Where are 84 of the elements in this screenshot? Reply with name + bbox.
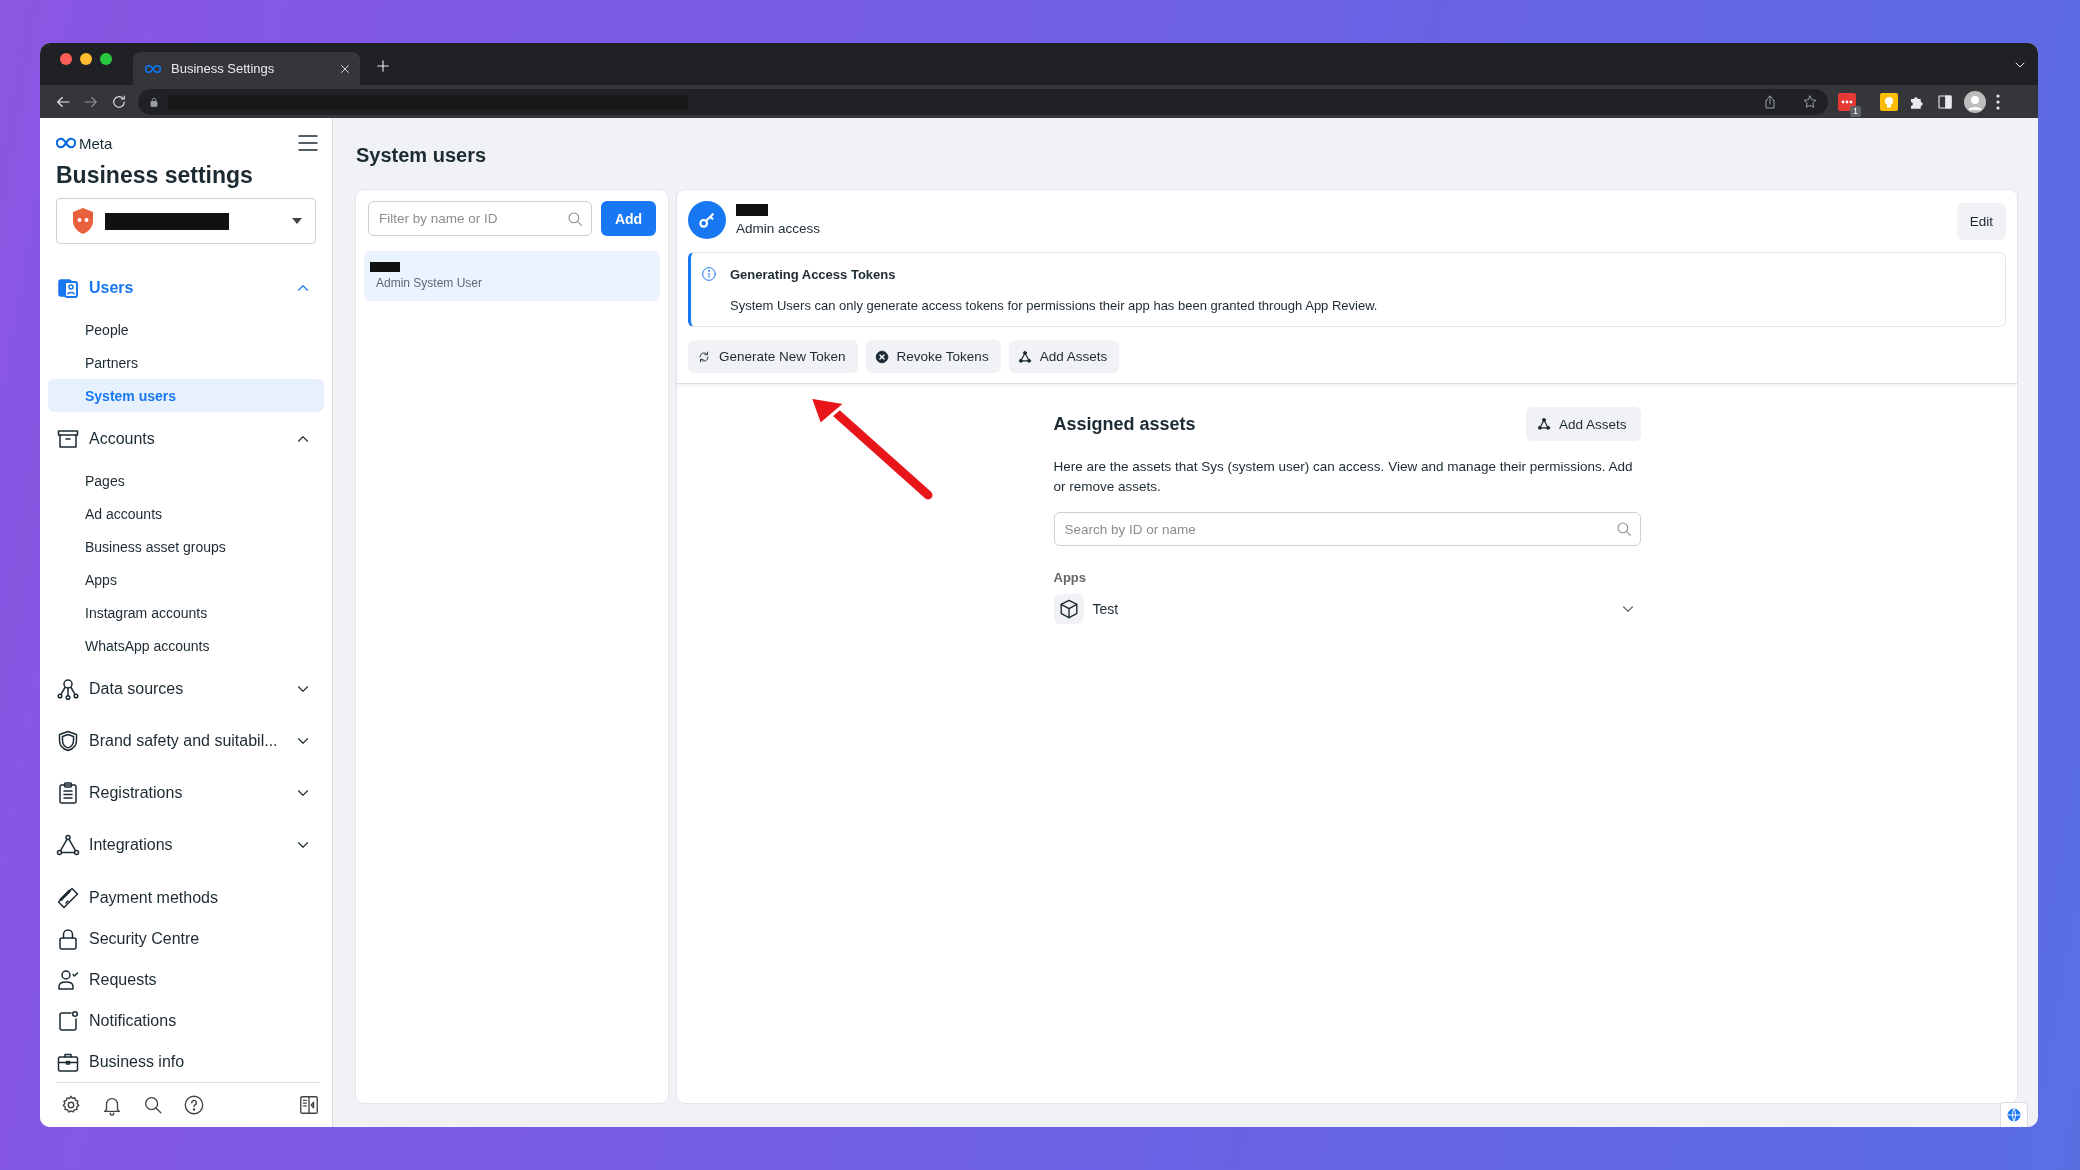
panel-toggle-icon bbox=[298, 1094, 320, 1116]
lock-icon bbox=[148, 95, 160, 108]
sidebar-subitem[interactable]: Pages bbox=[48, 464, 324, 497]
sidebar-item[interactable]: Payment methods bbox=[48, 877, 324, 918]
sidebar-subitem[interactable]: Apps bbox=[48, 563, 324, 596]
action-button[interactable]: Add Assets bbox=[1008, 340, 1120, 373]
group-label: Apps bbox=[1053, 570, 1087, 585]
profile-avatar[interactable] bbox=[1964, 90, 1986, 113]
close-circle-icon bbox=[874, 349, 889, 364]
sidebar-item[interactable]: Data sources bbox=[48, 669, 324, 709]
sidebar-item[interactable]: Business info bbox=[48, 1041, 324, 1082]
plus-icon bbox=[374, 57, 392, 75]
user-role: Admin System User bbox=[375, 276, 484, 290]
minimize-window-button[interactable] bbox=[80, 53, 92, 65]
sidebar-item[interactable]: Notifications bbox=[48, 1000, 324, 1041]
search-icon bbox=[566, 209, 584, 228]
sidebar-item[interactable]: Integrations bbox=[48, 825, 324, 865]
triangle-nodes-icon bbox=[56, 833, 80, 857]
sidebar-item[interactable]: Accounts bbox=[48, 419, 324, 459]
action-button[interactable]: Revoke Tokens bbox=[865, 340, 1001, 373]
globe-button[interactable] bbox=[2000, 1102, 2028, 1127]
redaction-bar bbox=[736, 204, 768, 216]
globe-icon bbox=[2006, 1107, 2022, 1123]
sidebar-subitem[interactable]: WhatsApp accounts bbox=[48, 629, 324, 662]
shield-icon bbox=[56, 729, 80, 753]
side-panel-icon[interactable] bbox=[1936, 92, 1954, 111]
browser-tab[interactable]: Business Settings bbox=[133, 52, 360, 85]
account-selector[interactable] bbox=[56, 198, 316, 244]
sidebar-item[interactable]: Users bbox=[48, 268, 324, 308]
info-icon bbox=[701, 266, 717, 282]
meta-logo: Meta bbox=[56, 133, 113, 153]
clipboard-icon bbox=[56, 781, 80, 805]
search-field[interactable]: Search by ID or name bbox=[1053, 512, 1641, 546]
asset-name: Test bbox=[1092, 601, 1119, 617]
edit-button[interactable]: Edit bbox=[1956, 203, 2006, 240]
search-icon bbox=[1614, 520, 1633, 538]
reload-icon bbox=[110, 92, 128, 111]
star-icon bbox=[1802, 93, 1818, 110]
nodes-icon bbox=[1536, 417, 1551, 431]
notice-title: Generating Access Tokens bbox=[730, 266, 897, 282]
redaction-bar bbox=[370, 262, 400, 272]
sidebar-subitem[interactable]: Partners bbox=[48, 346, 324, 379]
sidebar-subitem[interactable]: System users bbox=[48, 379, 324, 412]
nodes-icon bbox=[1017, 349, 1032, 364]
help-icon bbox=[183, 1094, 205, 1116]
nodes-icon bbox=[56, 677, 80, 701]
maximize-window-button[interactable] bbox=[100, 53, 112, 65]
id-cards-icon bbox=[56, 276, 80, 300]
person-check-icon bbox=[56, 967, 80, 992]
access-level: Admin access bbox=[736, 221, 822, 236]
sidebar-subitem[interactable]: People bbox=[48, 313, 324, 346]
sidebar-subitem[interactable]: Business asset groups bbox=[48, 530, 324, 563]
search-icon bbox=[142, 1094, 164, 1116]
sidebar-subitem[interactable]: Ad accounts bbox=[48, 497, 324, 530]
count-badge: 1 bbox=[1850, 105, 1861, 117]
close-window-button[interactable] bbox=[60, 53, 72, 65]
lock-icon bbox=[56, 926, 80, 951]
notice-text: System Users can only generate access tokens for permissions their app has been granted through App Review. bbox=[730, 297, 1379, 313]
archive-box-icon bbox=[56, 427, 80, 451]
settings-icon bbox=[60, 1094, 82, 1116]
cube-icon bbox=[1053, 594, 1084, 624]
more-icon[interactable] bbox=[1996, 93, 2000, 110]
sidebar-item[interactable]: Requests bbox=[48, 959, 324, 1000]
filter-field[interactable]: Filter by name or ID bbox=[368, 201, 592, 236]
assets-description: Here are the assets that Sys (system user) can access. View and manage their permissions. Add or remove assets. bbox=[1053, 458, 1634, 496]
user-list-item[interactable]: Admin System User bbox=[364, 251, 660, 301]
section-title: System users bbox=[356, 143, 488, 168]
sidebar-item[interactable]: Registrations bbox=[48, 773, 324, 813]
page-heading: Business settings bbox=[56, 161, 254, 190]
notification-icon bbox=[56, 1008, 80, 1033]
key-avatar-icon bbox=[688, 201, 726, 239]
sidebar-subitem[interactable]: Instagram accounts bbox=[48, 596, 324, 629]
refresh-icon bbox=[697, 349, 711, 364]
add-button[interactable]: Add bbox=[601, 201, 656, 236]
add-assets-button[interactable]: Add Assets bbox=[1525, 407, 1641, 441]
card-icon bbox=[56, 885, 80, 910]
action-button[interactable]: Generate New Token bbox=[688, 340, 858, 373]
shield-avatar-icon bbox=[71, 207, 95, 235]
sidebar-item[interactable]: Security Centre bbox=[48, 918, 324, 959]
assets-heading: Assigned assets bbox=[1053, 413, 1196, 435]
bulb-icon[interactable] bbox=[1880, 92, 1898, 111]
caret-icon bbox=[291, 217, 303, 225]
sidebar-item[interactable]: Brand safety and suitabil... bbox=[48, 721, 324, 761]
share-icon bbox=[1762, 93, 1778, 110]
